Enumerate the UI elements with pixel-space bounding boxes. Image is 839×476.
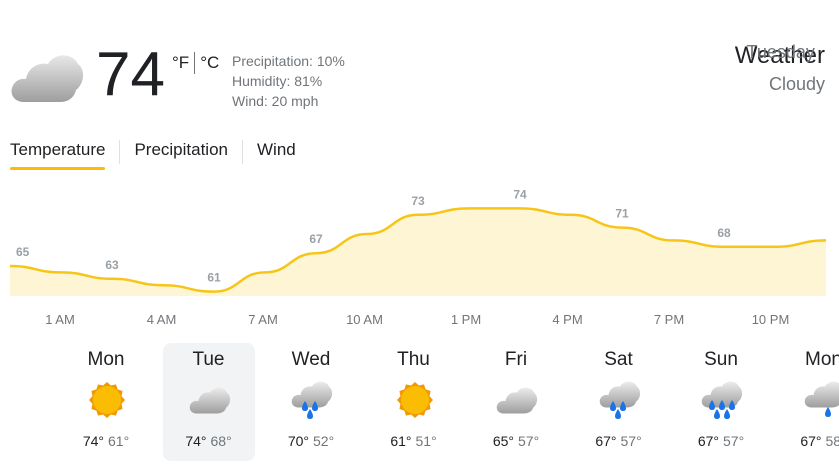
- current-day: Tuesday: [746, 42, 815, 62]
- forecast-high: 67°: [800, 433, 822, 449]
- chart-data-label: 63: [105, 258, 119, 272]
- chart-area-fill: [10, 208, 826, 296]
- tab-precipitation[interactable]: Precipitation: [134, 134, 228, 170]
- humidity-stat: Humidity: 81%: [232, 73, 323, 89]
- forecast-high: 70°: [287, 433, 309, 449]
- forecast-temps: 70° 52°: [265, 433, 357, 449]
- forecast-temps: 61° 51°: [368, 433, 460, 449]
- sunny-icon: [89, 382, 125, 418]
- light-rain-icon: [804, 381, 839, 417]
- chart-time-axis: 1 AM 4 AM 7 AM 10 AM 1 PM 4 PM 7 PM 10 PM: [0, 312, 839, 330]
- chart-tick-label: 4 PM: [552, 312, 583, 327]
- forecast-day-name: Mon: [805, 349, 839, 370]
- chart-tick-label: 7 PM: [653, 312, 685, 327]
- tab-wind[interactable]: Wind: [257, 134, 296, 170]
- forecast-day[interactable]: Mon 74° 61°: [60, 343, 152, 461]
- chart-data-label: 71: [615, 207, 629, 221]
- forecast-day[interactable]: Fri 65° 57°: [470, 343, 562, 461]
- forecast-low: 57°: [620, 433, 642, 449]
- chart-data-label: 68: [717, 226, 731, 240]
- weather-header: Weather Tuesday Cloudy: [735, 40, 825, 96]
- forecast-temps: 67° 57°: [675, 433, 767, 449]
- rain-icon: [599, 381, 640, 419]
- cloudy-icon: [189, 387, 230, 414]
- forecast-day[interactable]: Wed 70° 52°: [265, 343, 357, 461]
- tab-divider: [242, 140, 243, 164]
- chart-data-label: 73: [411, 194, 425, 208]
- chart-data-label: 65: [16, 245, 30, 259]
- forecast-day[interactable]: Thu 61° 51°: [368, 343, 460, 461]
- unit-separator: [194, 52, 196, 74]
- chart-tick-label: 7 AM: [248, 312, 278, 327]
- forecast-day-name: Sun: [704, 349, 738, 370]
- forecast-temps: 67° 57°: [573, 433, 665, 449]
- current-stats: Precipitation: 10% Humidity: 81% Wind: 2…: [232, 51, 345, 111]
- forecast-low: 57°: [518, 433, 540, 449]
- wind-stat: Wind: 20 mph: [232, 93, 319, 109]
- precipitation-stat: Precipitation: 10%: [232, 53, 345, 69]
- forecast-temps: 74° 68°: [163, 433, 255, 449]
- forecast-day-name: Tue: [192, 349, 225, 370]
- chart-tabs: Temperature Precipitation Wind: [10, 134, 296, 170]
- chart-tick-label: 10 AM: [346, 312, 383, 327]
- sunny-icon: [396, 382, 433, 418]
- forecast-day[interactable]: Sun 67° 57°: [675, 343, 767, 461]
- chart-tick-label: 1 AM: [45, 312, 75, 327]
- forecast-high: 74°: [82, 433, 104, 449]
- forecast-temps: 65° 57°: [470, 433, 562, 449]
- chart-data-label: 61: [207, 271, 221, 285]
- tab-divider: [119, 140, 121, 164]
- forecast-low: 68°: [210, 433, 232, 449]
- forecast-temps: 67°58°: [778, 433, 839, 449]
- forecast-low: 51°: [415, 433, 437, 449]
- forecast-day-name: Thu: [397, 349, 430, 370]
- forecast-low: 57°: [723, 433, 745, 449]
- tab-temperature[interactable]: Temperature: [10, 134, 106, 170]
- current-temperature: 74: [96, 40, 165, 109]
- chart-data-label: 74: [513, 190, 527, 201]
- forecast-high: 65°: [492, 433, 514, 449]
- forecast-day-name: Sat: [604, 349, 633, 370]
- forecast-day-name: Wed: [291, 349, 331, 370]
- forecast-temps: 74° 61°: [60, 433, 152, 449]
- heavy-rain-icon: [701, 381, 743, 419]
- forecast-high: 61°: [390, 433, 412, 449]
- forecast-low: 52°: [313, 433, 335, 449]
- cloudy-icon: [10, 50, 84, 106]
- forecast-low: 61°: [108, 433, 130, 449]
- unit-toggle: °F °C: [172, 52, 219, 74]
- forecast-day-name: Fri: [504, 349, 528, 370]
- forecast-high: 74°: [185, 433, 207, 449]
- chart-tick-label: 10 PM: [751, 312, 790, 327]
- rain-icon: [291, 381, 333, 419]
- chart-tick-label: 4 AM: [146, 312, 177, 327]
- forecast-day[interactable]: Sat 67° 57°: [573, 343, 665, 461]
- unit-fahrenheit[interactable]: °F: [172, 53, 189, 73]
- forecast-high: 67°: [697, 433, 719, 449]
- forecast-day[interactable]: Mon 67°58°: [778, 343, 839, 461]
- forecast-high: 67°: [595, 433, 617, 449]
- chart-tick-label: 1 PM: [450, 312, 482, 327]
- forecast-day[interactable]: Tue 74° 68°: [162, 343, 255, 461]
- forecast-day-name: Mon: [87, 349, 125, 370]
- forecast-low: 58°: [825, 433, 839, 449]
- chart-data-label: 67: [309, 232, 323, 246]
- unit-celsius[interactable]: °C: [200, 53, 219, 73]
- cloudy-icon: [496, 387, 538, 414]
- daily-forecast: Mon 74° 61° Tue 74° 68° Wed 70° 52° Thu 61° 51° Fri 6…: [8, 343, 839, 461]
